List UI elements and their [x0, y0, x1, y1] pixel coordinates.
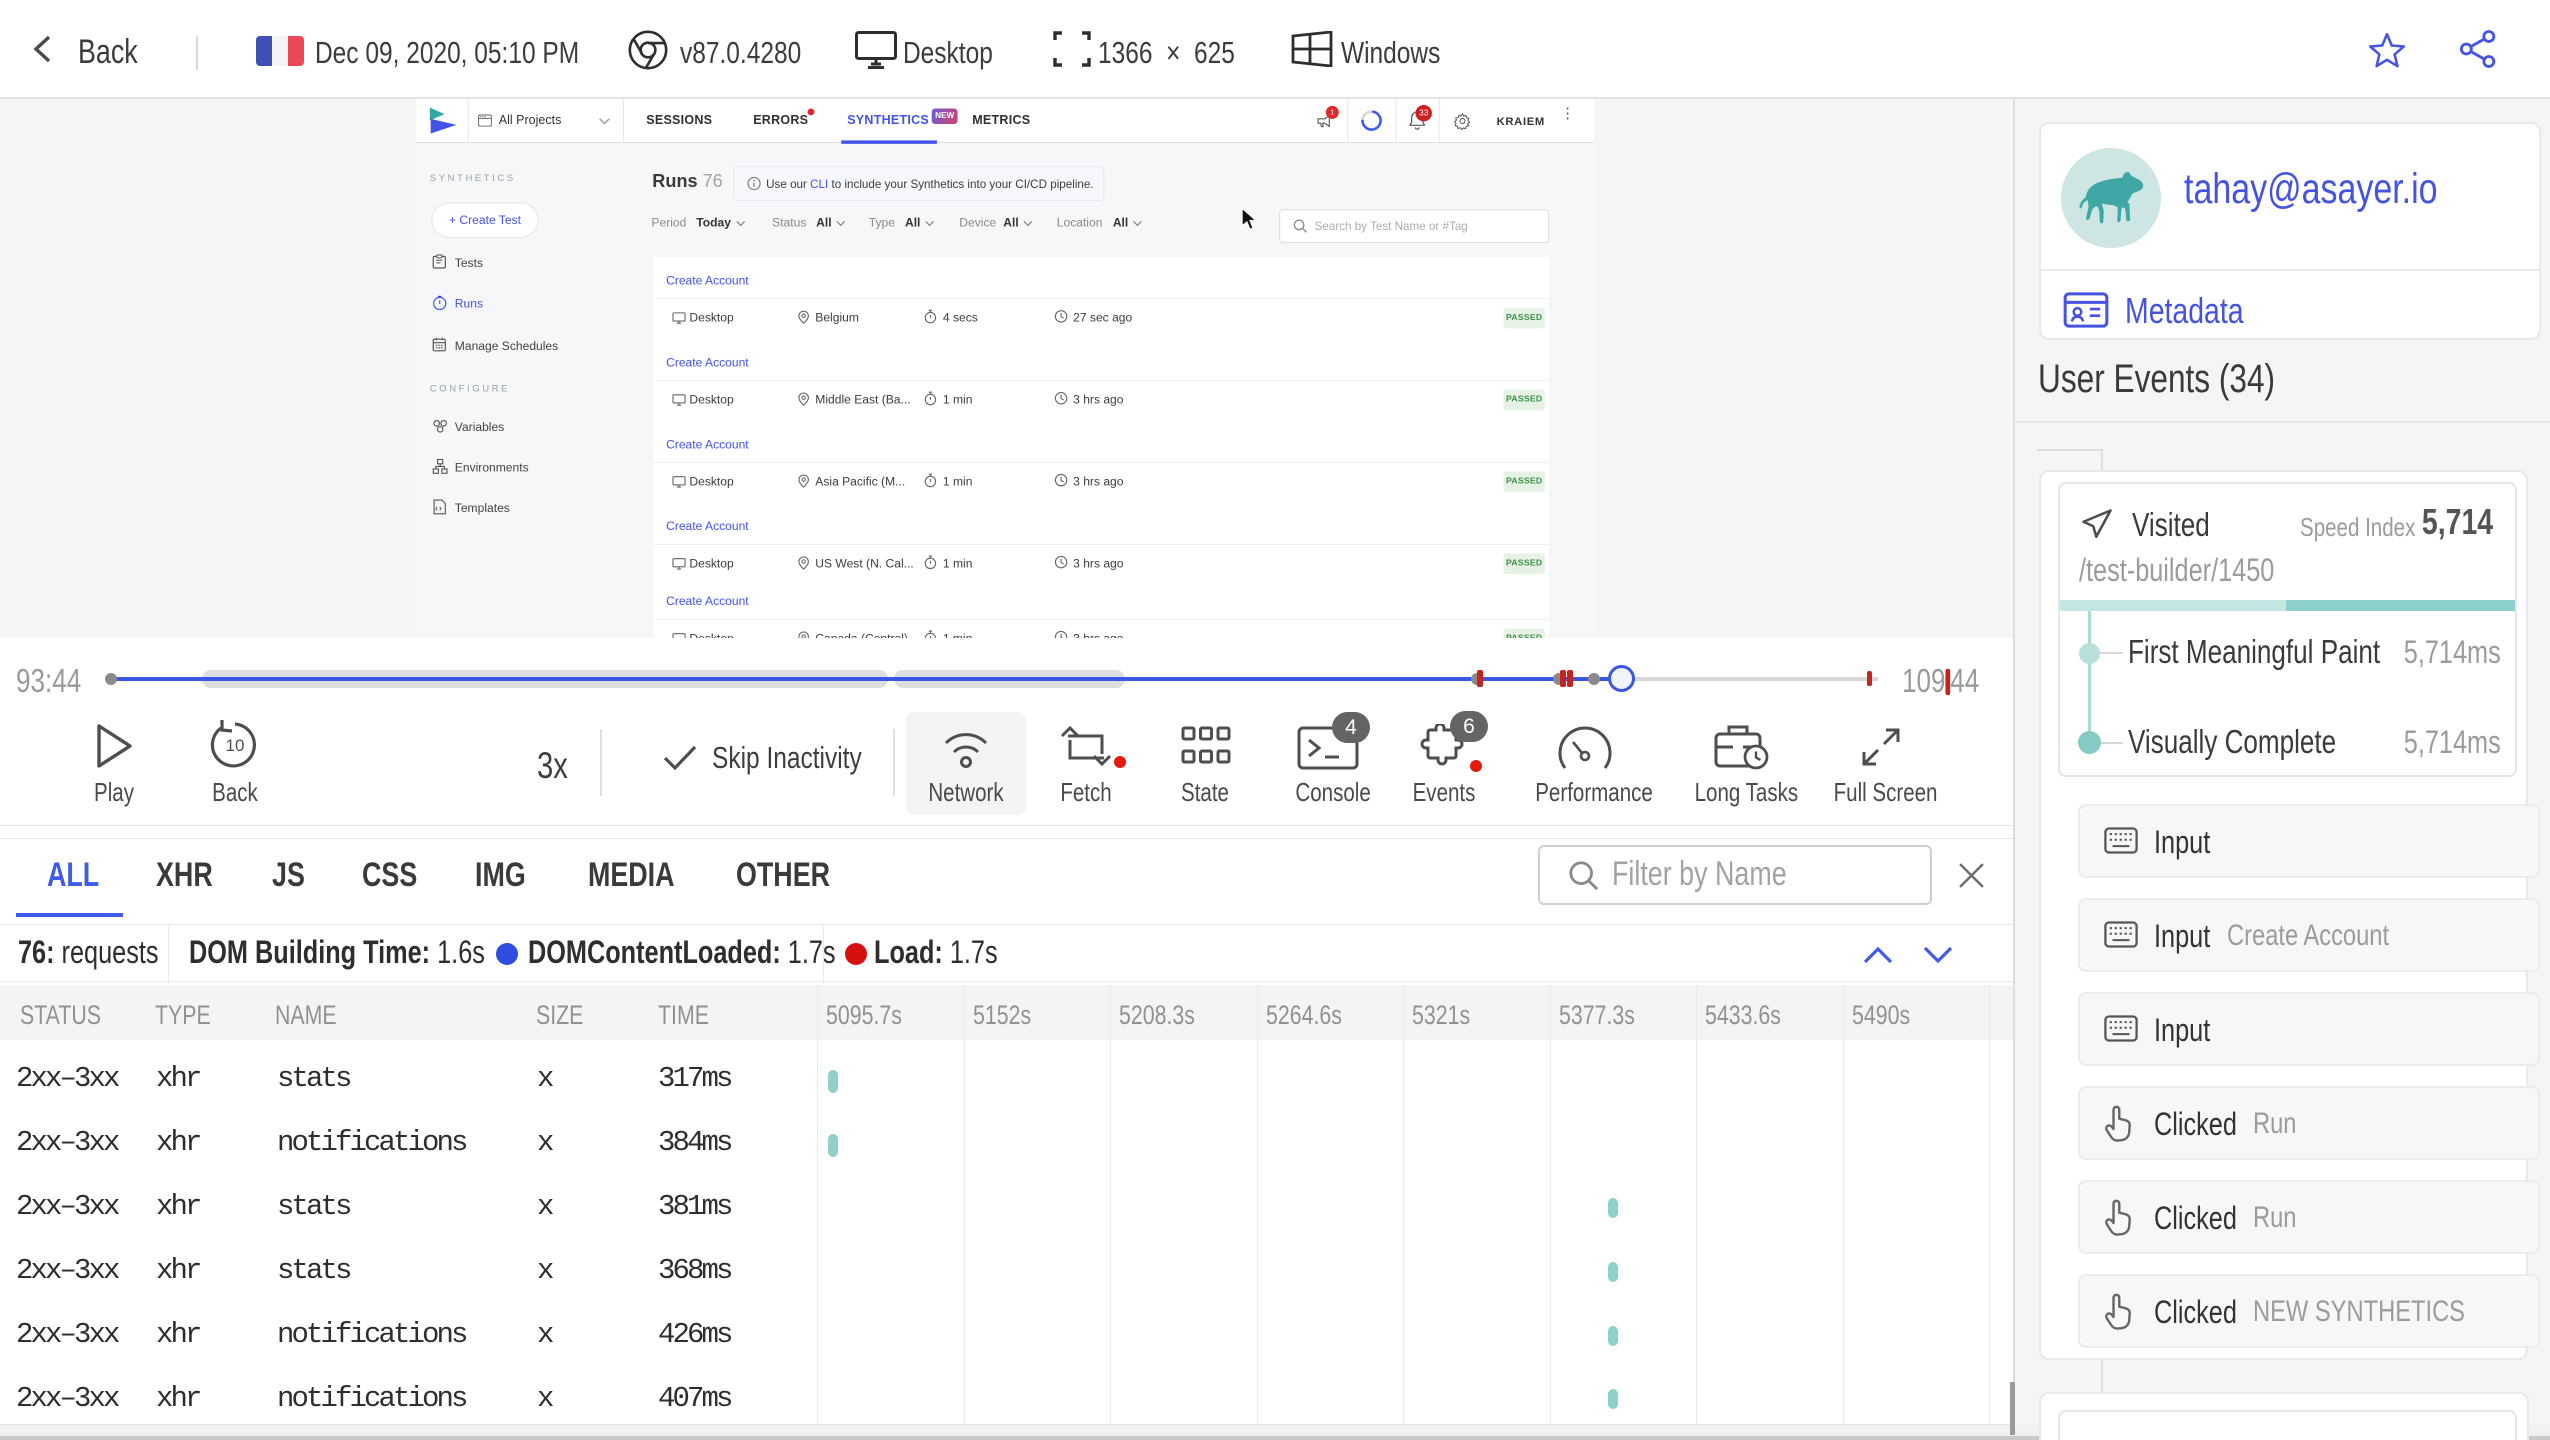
svg-text:10: 10 — [226, 736, 245, 755]
